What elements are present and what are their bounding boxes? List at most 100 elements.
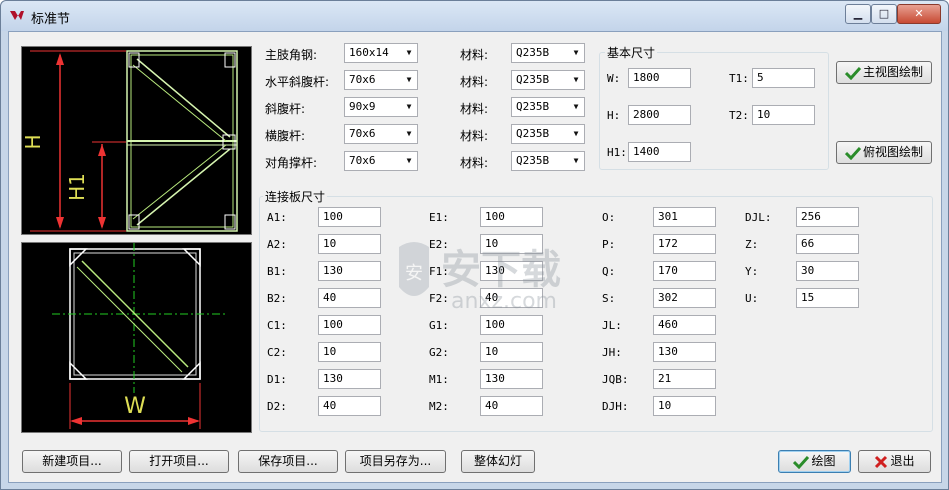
material-combo-0[interactable]: Q235B ▼ bbox=[511, 43, 585, 63]
chevron-down-icon: ▼ bbox=[573, 48, 579, 57]
plate-dimensions-title: 连接板尺寸 bbox=[263, 188, 328, 205]
plate-input-f2[interactable]: 40 bbox=[480, 288, 543, 308]
plate-input-y[interactable]: 30 bbox=[796, 261, 859, 281]
plate-label-jl: JL: bbox=[602, 319, 622, 332]
angle-label-0: 主肢角钢: bbox=[265, 48, 318, 62]
plate-input-s[interactable]: 302 bbox=[653, 288, 716, 308]
plate-input-e1[interactable]: 100 bbox=[480, 207, 543, 227]
t1-input[interactable]: 5 bbox=[752, 68, 815, 88]
angle-combo-2[interactable]: 90x9 ▼ bbox=[344, 97, 418, 117]
chevron-down-icon: ▼ bbox=[573, 129, 579, 138]
plate-label-f2: F2: bbox=[429, 292, 449, 305]
top-view-draw-button[interactable]: 俯视图绘制 bbox=[836, 141, 932, 164]
plate-input-m2[interactable]: 40 bbox=[480, 396, 543, 416]
save-as-button[interactable]: 项目另存为... bbox=[345, 450, 446, 473]
plate-input-u[interactable]: 15 bbox=[796, 288, 859, 308]
plate-label-a2: A2: bbox=[267, 238, 287, 251]
plate-input-d1[interactable]: 130 bbox=[318, 369, 381, 389]
plate-label-jh: JH: bbox=[602, 346, 622, 359]
t2-input[interactable]: 10 bbox=[752, 105, 815, 125]
top-view-drawing: W bbox=[21, 242, 252, 433]
plate-label-m1: M1: bbox=[429, 373, 449, 386]
maximize-icon: □ bbox=[878, 7, 890, 20]
plate-input-c1[interactable]: 100 bbox=[318, 315, 381, 335]
material-label-3: 材料: bbox=[460, 129, 489, 143]
plate-label-f1: F1: bbox=[429, 265, 449, 278]
material-combo-2[interactable]: Q235B ▼ bbox=[511, 97, 585, 117]
close-icon bbox=[875, 455, 888, 468]
plate-input-m1[interactable]: 130 bbox=[480, 369, 543, 389]
plate-input-o[interactable]: 301 bbox=[653, 207, 716, 227]
maximize-button[interactable]: □ bbox=[871, 4, 897, 24]
plate-input-a2[interactable]: 10 bbox=[318, 234, 381, 254]
plate-input-jqb[interactable]: 21 bbox=[653, 369, 716, 389]
chevron-down-icon: ▼ bbox=[406, 102, 412, 111]
t2-label: T2: bbox=[729, 109, 749, 122]
chevron-down-icon: ▼ bbox=[406, 156, 412, 165]
plate-label-e1: E1: bbox=[429, 211, 449, 224]
angle-label-1: 水平斜腹杆: bbox=[265, 75, 330, 89]
plate-label-djh: DJH: bbox=[602, 400, 629, 413]
angle-combo-3[interactable]: 70x6 ▼ bbox=[344, 124, 418, 144]
top-view-draw-label: 俯视图绘制 bbox=[862, 145, 923, 159]
main-view-draw-label: 主视图绘制 bbox=[862, 65, 923, 79]
exit-button[interactable]: 退出 bbox=[858, 450, 931, 473]
open-project-button[interactable]: 打开项目... bbox=[129, 450, 229, 473]
plate-label-b2: B2: bbox=[267, 292, 287, 305]
dim-h1-label: H1 bbox=[65, 173, 89, 201]
material-combo-1[interactable]: Q235B ▼ bbox=[511, 70, 585, 90]
material-combo-4[interactable]: Q235B ▼ bbox=[511, 151, 585, 171]
h1-input[interactable]: 1400 bbox=[628, 142, 691, 162]
slideshow-button[interactable]: 整体幻灯 bbox=[461, 450, 535, 473]
front-view-drawing: H H1 bbox=[21, 46, 252, 235]
material-label-1: 材料: bbox=[460, 75, 489, 89]
chevron-down-icon: ▼ bbox=[406, 129, 412, 138]
w-input[interactable]: 1800 bbox=[628, 68, 691, 88]
plate-label-s: S: bbox=[602, 292, 616, 305]
material-label-0: 材料: bbox=[460, 48, 489, 62]
angle-combo-0[interactable]: 160x14 ▼ bbox=[344, 43, 418, 63]
material-combo-3-value: Q235B bbox=[516, 127, 550, 140]
new-project-button[interactable]: 新建项目... bbox=[22, 450, 122, 473]
angle-combo-1[interactable]: 70x6 ▼ bbox=[344, 70, 418, 90]
plate-input-b1[interactable]: 130 bbox=[318, 261, 381, 281]
material-combo-0-value: Q235B bbox=[516, 46, 550, 59]
angle-label-2: 斜腹杆: bbox=[265, 102, 306, 116]
plate-input-q[interactable]: 170 bbox=[653, 261, 716, 281]
plate-input-d2[interactable]: 40 bbox=[318, 396, 381, 416]
main-view-draw-button[interactable]: 主视图绘制 bbox=[836, 61, 932, 84]
plate-input-jl[interactable]: 460 bbox=[653, 315, 716, 335]
w-label: W: bbox=[607, 72, 621, 85]
plate-input-g2[interactable]: 10 bbox=[480, 342, 543, 362]
angle-combo-0-value: 160x14 bbox=[349, 46, 389, 59]
exit-button-label: 退出 bbox=[890, 454, 915, 468]
plate-input-djh[interactable]: 10 bbox=[653, 396, 716, 416]
basic-dimensions-title: 基本尺寸 bbox=[605, 44, 658, 61]
chevron-down-icon: ▼ bbox=[573, 156, 579, 165]
plate-input-f1[interactable]: 130 bbox=[480, 261, 543, 281]
plate-input-jh[interactable]: 130 bbox=[653, 342, 716, 362]
material-combo-2-value: Q235B bbox=[516, 100, 550, 113]
plate-input-z[interactable]: 66 bbox=[796, 234, 859, 254]
plate-input-p[interactable]: 172 bbox=[653, 234, 716, 254]
title-bar[interactable]: 标准节 ▁ □ ✕ bbox=[1, 1, 948, 31]
checkmark-icon bbox=[793, 455, 810, 469]
minimize-button[interactable]: ▁ bbox=[845, 4, 871, 24]
dim-h-label: H bbox=[22, 134, 45, 149]
angle-label-3: 横腹杆: bbox=[265, 129, 306, 143]
plate-input-c2[interactable]: 10 bbox=[318, 342, 381, 362]
material-combo-3[interactable]: Q235B ▼ bbox=[511, 124, 585, 144]
save-project-button[interactable]: 保存项目... bbox=[238, 450, 338, 473]
angle-combo-4[interactable]: 70x6 ▼ bbox=[344, 151, 418, 171]
plate-input-b2[interactable]: 40 bbox=[318, 288, 381, 308]
plate-input-djl[interactable]: 256 bbox=[796, 207, 859, 227]
plate-input-g1[interactable]: 100 bbox=[480, 315, 543, 335]
plate-input-a1[interactable]: 100 bbox=[318, 207, 381, 227]
draw-button[interactable]: 绘图 bbox=[778, 450, 851, 473]
plate-label-p: P: bbox=[602, 238, 616, 251]
plate-label-g2: G2: bbox=[429, 346, 449, 359]
close-button[interactable]: ✕ bbox=[897, 4, 941, 24]
angle-combo-2-value: 90x9 bbox=[349, 100, 376, 113]
plate-input-e2[interactable]: 10 bbox=[480, 234, 543, 254]
h-input[interactable]: 2800 bbox=[628, 105, 691, 125]
